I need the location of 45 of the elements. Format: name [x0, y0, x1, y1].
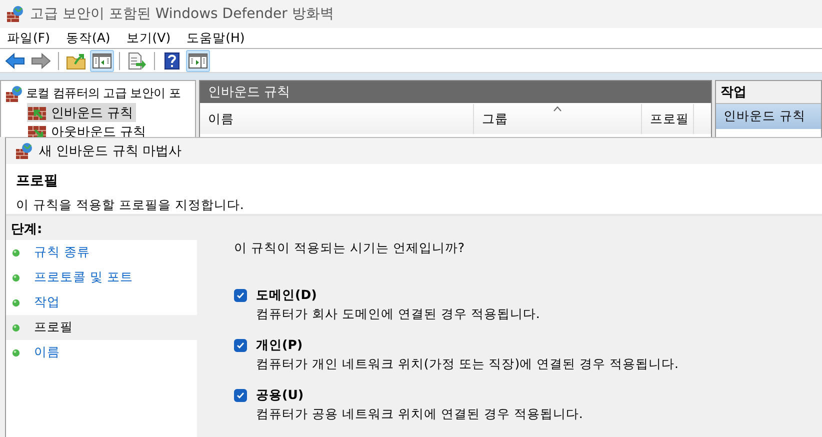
- bullet-icon: [12, 248, 20, 256]
- checkbox-label[interactable]: 도메인(D): [256, 287, 822, 304]
- steps-header: 단계:: [6, 218, 197, 240]
- menu-item[interactable]: 파일(F): [0, 30, 57, 46]
- firewall-icon: [5, 84, 23, 102]
- checkbox-label[interactable]: 개인(P): [256, 337, 822, 354]
- bullet-icon: [12, 274, 20, 282]
- dialog-title: 새 인바운드 규칙 마법사: [39, 143, 182, 160]
- checkbox[interactable]: [234, 389, 247, 402]
- tree-item[interactable]: 로컬 컴퓨터의 고급 보안이 포: [26, 85, 180, 102]
- checkbox[interactable]: [234, 339, 247, 352]
- action-item[interactable]: 인바운드 규칙: [716, 104, 821, 129]
- option-description: 컴퓨터가 회사 도메인에 연결된 경우 적용됩니다.: [256, 306, 541, 323]
- step-link[interactable]: 프로필: [34, 319, 73, 336]
- firewall-icon: [6, 5, 24, 23]
- menu-item[interactable]: 도움말(H): [180, 30, 252, 46]
- menu-item[interactable]: 보기(V): [119, 30, 178, 46]
- panel-header: 작업: [716, 81, 821, 104]
- option-description: 컴퓨터가 개인 네트워크 위치(가정 또는 직장)에 연결된 경우 적용됩니다.: [256, 356, 680, 373]
- bullet-icon: [12, 324, 20, 332]
- option-description: 컴퓨터가 공용 네트워크 위치에 연결된 경우 적용됩니다.: [256, 406, 584, 423]
- column-header[interactable]: 프로필: [642, 104, 694, 134]
- firewall-icon: [15, 142, 33, 160]
- rule-icon: [27, 104, 47, 120]
- tree-item[interactable]: 인바운드 규칙: [27, 103, 136, 122]
- bullet-icon: [12, 348, 20, 356]
- window-title: 고급 보안이 포함된 Windows Defender 방화벽: [30, 5, 334, 23]
- page-description: 이 규칙을 적용할 프로필을 지정합니다.: [16, 197, 244, 212]
- panel-icon[interactable]: [90, 50, 114, 72]
- panel-icon[interactable]: [186, 50, 210, 72]
- step-link[interactable]: 작업: [34, 294, 60, 311]
- bullet-icon: [12, 298, 20, 306]
- column-header[interactable]: 그룹: [474, 104, 642, 134]
- rule-icon: [27, 124, 47, 137]
- panel-header: 인바운드 규칙: [200, 81, 711, 103]
- sort-caret-icon: [553, 106, 562, 112]
- menu-item[interactable]: 동작(A): [58, 30, 118, 46]
- step-link[interactable]: 프로토콜 및 포트: [34, 269, 133, 286]
- column-header[interactable]: 이름: [200, 104, 474, 134]
- checkbox-label[interactable]: 공용(U): [256, 387, 822, 404]
- step-link[interactable]: 규칙 종류: [34, 244, 90, 261]
- step-link[interactable]: 이름: [34, 344, 60, 361]
- checkbox[interactable]: [234, 289, 247, 302]
- question-text: 이 규칙이 적용되는 시기는 언제입니까?: [234, 240, 466, 257]
- page-heading: 프로필: [16, 172, 59, 190]
